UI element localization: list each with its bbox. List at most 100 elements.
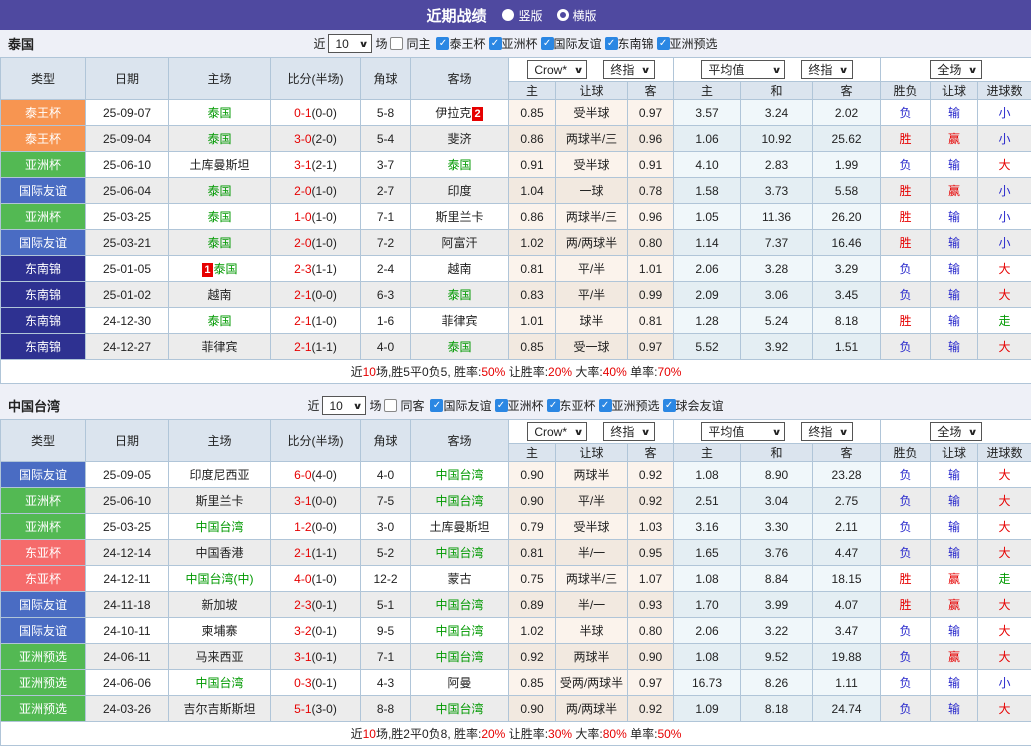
europe-odds-cell: 3.57 xyxy=(674,100,741,126)
match-row: 亚洲杯25-03-25中国台湾1-2(0-0)3-0土库曼斯坦0.79受半球1.… xyxy=(1,514,1031,540)
corner-cell: 7-1 xyxy=(361,644,411,670)
summary-text: 场,胜5平0负5, 胜率: xyxy=(376,365,481,379)
final-odds-select-2[interactable]: 终指 ∨ xyxy=(801,60,852,79)
score-cell: 5-1(3-0) xyxy=(271,696,361,722)
match-row: 东亚杯24-12-14中国香港2-1(1-1)5-2中国台湾0.81半/一0.9… xyxy=(1,540,1031,566)
chevron-down-icon: ∨ xyxy=(772,427,782,438)
handicap-odds-cell: 0.79 xyxy=(509,514,556,540)
team-section: 泰国 近 10 ∨ 场 同主 ✓泰王杯✓亚洲杯✓国际友谊✓东南锦✓亚洲预选 类型… xyxy=(0,30,1031,384)
league-filter[interactable]: ✓东亚杯 xyxy=(547,397,596,414)
result-cell: 大 xyxy=(978,540,1031,566)
final-odds-select[interactable]: 终指 ∨ xyxy=(603,422,654,441)
handicap-odds-cell: 0.80 xyxy=(628,618,674,644)
europe-odds-cell: 2.09 xyxy=(674,282,741,308)
corner-cell: 4-0 xyxy=(361,334,411,360)
average-odds-select[interactable]: 平均值 ∨ xyxy=(701,60,785,79)
final-odds-select-2[interactable]: 终指 ∨ xyxy=(801,422,852,441)
score-cell: 3-1(2-1) xyxy=(271,152,361,178)
handicap-odds-cell: 一球 xyxy=(556,178,628,204)
league-checkbox[interactable]: ✓ xyxy=(489,37,502,50)
scope-select[interactable]: 全场 ∨ xyxy=(930,60,981,79)
league-filter[interactable]: ✓亚洲杯 xyxy=(495,397,544,414)
layout-radio-vertical[interactable]: 竖版 xyxy=(502,7,542,24)
away-team-cell: 斯里兰卡 xyxy=(411,204,509,230)
league-checkbox[interactable]: ✓ xyxy=(663,399,676,412)
europe-odds-cell: 5.24 xyxy=(741,308,813,334)
match-date-cell: 24-11-18 xyxy=(86,592,169,618)
europe-odds-group: 平均值 ∨ 终指 ∨ xyxy=(674,58,881,82)
home-team-cell: 中国台湾 xyxy=(169,670,271,696)
league-filter[interactable]: ✓泰王杯 xyxy=(436,35,485,52)
match-type-cell: 东南锦 xyxy=(1,256,86,282)
handicap-odds-cell: 0.86 xyxy=(509,126,556,152)
result-cell: 大 xyxy=(978,256,1031,282)
league-checkbox[interactable]: ✓ xyxy=(605,37,618,50)
handicap-odds-cell: 0.92 xyxy=(628,462,674,488)
league-checkbox[interactable]: ✓ xyxy=(657,37,670,50)
league-filter[interactable]: ✓亚洲杯 xyxy=(489,35,538,52)
league-checkbox[interactable]: ✓ xyxy=(599,399,612,412)
europe-odds-cell: 8.18 xyxy=(741,696,813,722)
summary-stat-value: 10 xyxy=(363,727,376,741)
layout-radio-horizontal[interactable]: 横版 xyxy=(557,7,597,24)
europe-odds-cell: 2.11 xyxy=(813,514,881,540)
match-count-select[interactable]: 10 ∨ xyxy=(322,396,366,415)
home-team-cell: 1泰国 xyxy=(169,256,271,282)
summary-text: 大率: xyxy=(572,365,603,379)
league-checkbox[interactable]: ✓ xyxy=(436,37,449,50)
europe-odds-cell: 5.52 xyxy=(674,334,741,360)
match-row: 东南锦24-12-30泰国2-1(1-0)1-6菲律宾1.01球半0.811.2… xyxy=(1,308,1031,334)
bookmaker-select[interactable]: Crow* ∨ xyxy=(527,60,587,79)
league-filter[interactable]: ✓亚洲预选 xyxy=(599,397,660,414)
result-cell: 输 xyxy=(931,282,978,308)
league-checkbox[interactable]: ✓ xyxy=(430,399,443,412)
match-row: 国际友谊24-11-18新加坡2-3(0-1)5-1中国台湾0.89半/一0.9… xyxy=(1,592,1031,618)
score-cell: 2-1(1-1) xyxy=(271,540,361,566)
league-filter[interactable]: ✓球会友谊 xyxy=(663,397,724,414)
handicap-odds-cell: 0.95 xyxy=(628,540,674,566)
score-cell: 3-0(2-0) xyxy=(271,126,361,152)
radio-unselected-icon[interactable] xyxy=(557,9,569,21)
scope-select[interactable]: 全场 ∨ xyxy=(930,422,981,441)
handicap-odds-cell: 0.90 xyxy=(509,488,556,514)
league-checkbox[interactable]: ✓ xyxy=(541,37,554,50)
home-team-cell: 马来西亚 xyxy=(169,644,271,670)
home-team-cell: 中国台湾 xyxy=(169,514,271,540)
average-odds-select[interactable]: 平均值 ∨ xyxy=(701,422,785,441)
match-date-cell: 25-01-05 xyxy=(86,256,169,282)
home-team-cell: 泰国 xyxy=(169,178,271,204)
handicap-odds-cell: 两/两球半 xyxy=(556,696,628,722)
league-filter[interactable]: ✓东南锦 xyxy=(605,35,654,52)
match-type-cell: 东南锦 xyxy=(1,308,86,334)
final-odds-select[interactable]: 终指 ∨ xyxy=(603,60,654,79)
corner-cell: 3-0 xyxy=(361,514,411,540)
handicap-odds-cell: 0.81 xyxy=(509,256,556,282)
result-cell: 输 xyxy=(931,256,978,282)
summary-text: 让胜率: xyxy=(505,727,548,741)
same-venue-checkbox[interactable] xyxy=(384,399,397,412)
result-cell: 负 xyxy=(881,256,931,282)
score-cell: 0-3(0-1) xyxy=(271,670,361,696)
same-venue-checkbox[interactable] xyxy=(390,37,403,50)
match-date-cell: 24-12-27 xyxy=(86,334,169,360)
summary-text: 单率: xyxy=(627,727,658,741)
league-checkbox[interactable]: ✓ xyxy=(547,399,560,412)
match-date-cell: 24-03-26 xyxy=(86,696,169,722)
match-count-select[interactable]: 10 ∨ xyxy=(328,34,372,53)
corner-cell: 5-4 xyxy=(361,126,411,152)
league-filter[interactable]: ✓亚洲预选 xyxy=(657,35,718,52)
bookmaker-select[interactable]: Crow* ∨ xyxy=(527,422,587,441)
result-cell: 赢 xyxy=(931,644,978,670)
league-checkbox[interactable]: ✓ xyxy=(495,399,508,412)
result-cell: 小 xyxy=(978,670,1031,696)
europe-odds-cell: 1.65 xyxy=(674,540,741,566)
radio-selected-icon[interactable] xyxy=(502,9,514,21)
league-filter[interactable]: ✓国际友谊 xyxy=(541,35,602,52)
away-team-cell: 斐济 xyxy=(411,126,509,152)
league-filter[interactable]: ✓国际友谊 xyxy=(430,397,491,414)
home-team-cell: 新加坡 xyxy=(169,592,271,618)
result-cell: 输 xyxy=(931,462,978,488)
match-row: 亚洲预选24-06-06中国台湾0-3(0-1)4-3阿曼0.85受两/两球半0… xyxy=(1,670,1031,696)
average-odds-value: 平均值 xyxy=(708,61,744,78)
europe-odds-cell: 2.06 xyxy=(674,618,741,644)
